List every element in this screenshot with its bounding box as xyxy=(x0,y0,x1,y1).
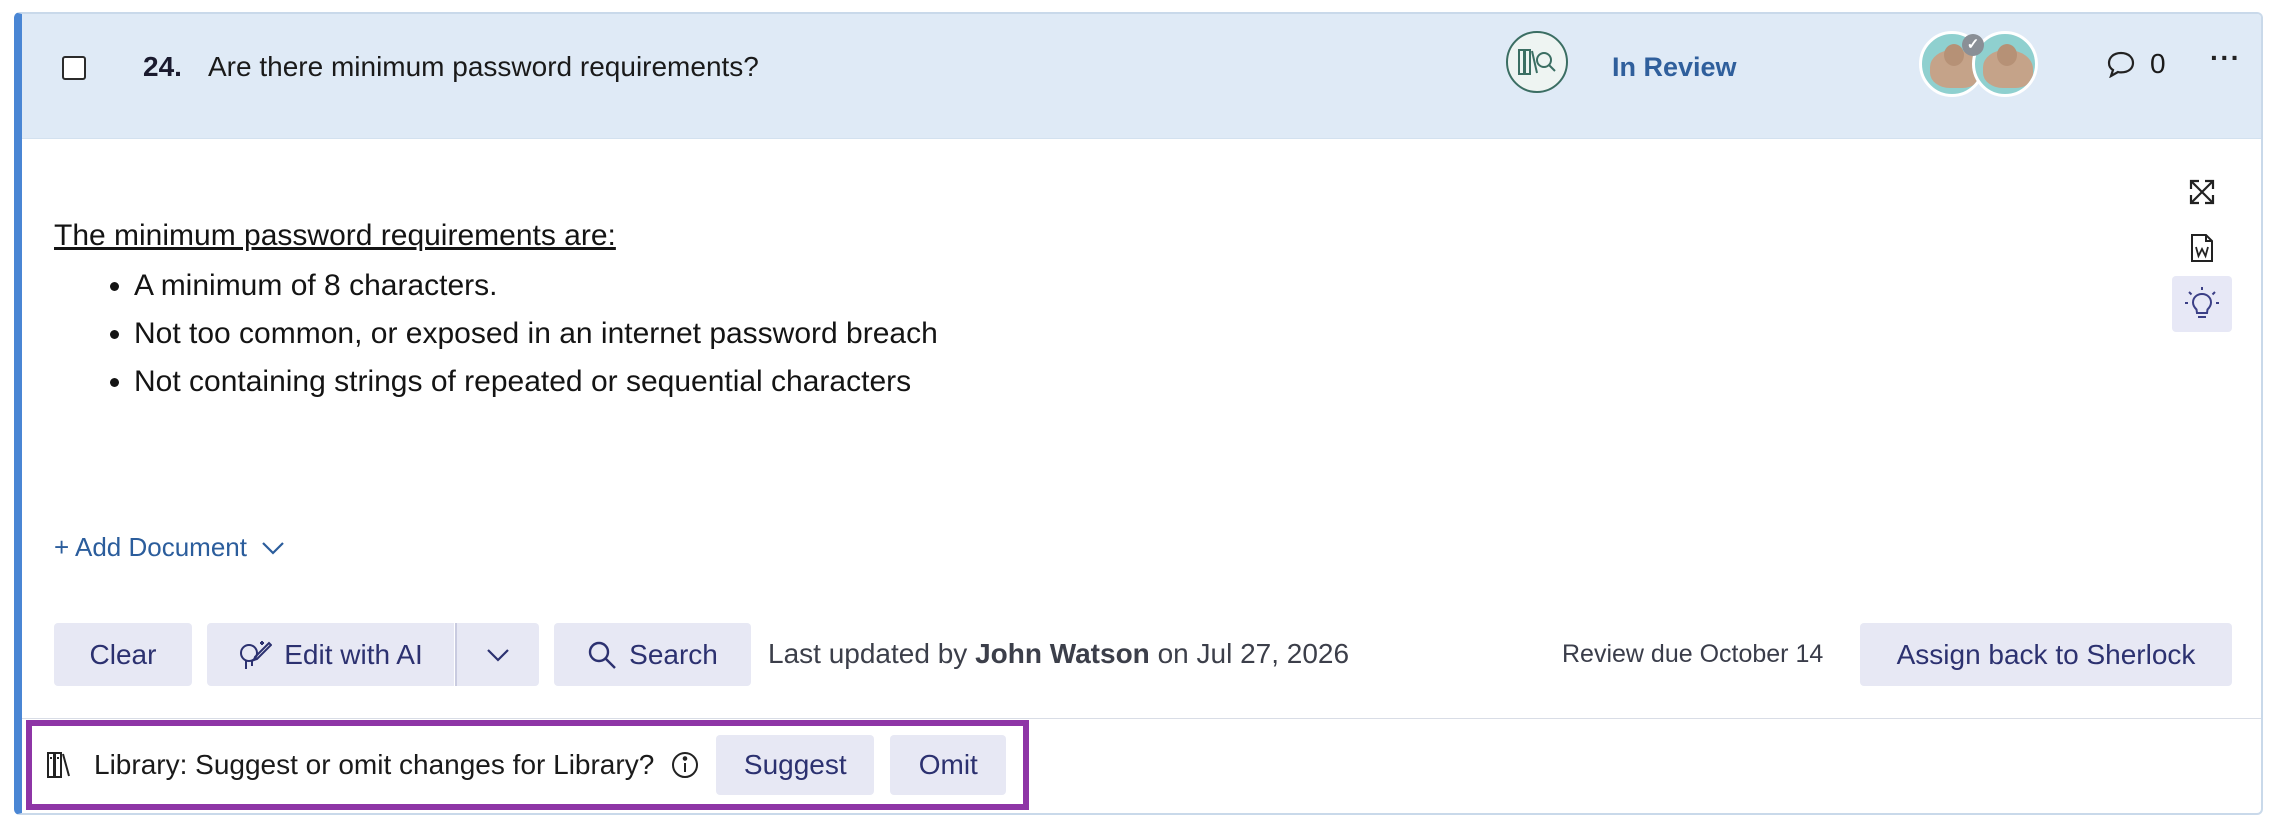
question-checkbox[interactable] xyxy=(62,56,86,80)
word-export-button[interactable] xyxy=(2172,220,2232,276)
edit-with-ai-button[interactable]: Edit with AI xyxy=(207,623,454,686)
comments-button[interactable]: 0 xyxy=(2106,48,2166,80)
updated-by-user: John Watson xyxy=(975,638,1150,669)
search-button[interactable]: Search xyxy=(554,623,751,686)
add-document-button[interactable]: + Add Document xyxy=(54,532,285,563)
ai-edit-icon xyxy=(240,640,273,669)
clear-button[interactable]: Clear xyxy=(54,623,192,686)
list-item: Not too common, or exposed in an interne… xyxy=(134,310,938,358)
list-item: Not containing strings of repeated or se… xyxy=(134,358,938,406)
status-label[interactable]: In Review xyxy=(1612,52,1737,83)
word-document-icon xyxy=(2191,234,2213,262)
chevron-down-icon xyxy=(487,648,509,662)
divider xyxy=(22,718,2261,719)
more-options-button[interactable]: ··· xyxy=(2210,42,2241,74)
edit-with-ai-label: Edit with AI xyxy=(284,638,423,670)
answer-lead: The minimum password requirements are: xyxy=(54,219,616,252)
review-due-text: Review due October 14 xyxy=(1562,640,1824,668)
chevron-down-icon xyxy=(262,541,284,555)
library-suggestion-bar: Library: Suggest or omit changes for Lib… xyxy=(26,720,1029,810)
add-document-label: + Add Document xyxy=(54,532,247,562)
library-search-icon xyxy=(1518,49,1556,75)
insights-button[interactable] xyxy=(2172,276,2232,332)
comment-icon xyxy=(2107,51,2135,78)
omit-button[interactable]: Omit xyxy=(890,735,1007,795)
search-label: Search xyxy=(629,638,718,670)
question-card: 24. Are there minimum password requireme… xyxy=(14,12,2263,815)
library-books-icon xyxy=(46,751,80,779)
answer-bullet-list: A minimum of 8 characters. Not too commo… xyxy=(54,262,938,406)
expand-button[interactable] xyxy=(2172,164,2232,220)
lightbulb-icon xyxy=(2185,287,2219,318)
comment-count: 0 xyxy=(2150,48,2166,79)
last-updated-text: Last updated by John Watson on Jul 27, 2… xyxy=(768,638,1350,669)
info-icon[interactable] xyxy=(670,750,700,780)
library-prompt: Library: Suggest or omit changes for Lib… xyxy=(94,749,655,780)
suggest-button[interactable]: Suggest xyxy=(716,735,875,795)
side-toolbar xyxy=(2172,164,2234,332)
answer-content[interactable]: The minimum password requirements are: A… xyxy=(54,219,938,406)
approved-check-icon: ✓ xyxy=(1962,34,1984,56)
question-number: 24. xyxy=(143,51,182,82)
edit-with-ai-dropdown[interactable] xyxy=(455,623,539,686)
assign-back-button[interactable]: Assign back to Sherlock xyxy=(1860,623,2232,686)
library-search-button[interactable] xyxy=(1506,31,1568,93)
question-header: 24. Are there minimum password requireme… xyxy=(22,14,2261,139)
list-item: A minimum of 8 characters. xyxy=(134,262,938,310)
search-icon xyxy=(588,641,616,669)
question-text[interactable]: Are there minimum password requirements? xyxy=(208,51,759,83)
expand-icon xyxy=(2189,179,2215,205)
